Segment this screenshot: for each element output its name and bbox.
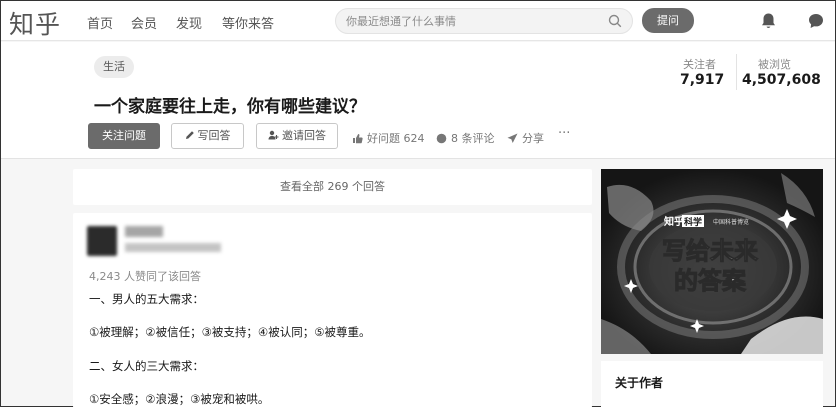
banner-headline-line2: 的答案 [674, 267, 747, 295]
ask-button[interactable]: 提问 [642, 8, 694, 33]
bell-icon[interactable] [760, 12, 777, 30]
thumbs-up-icon [353, 134, 363, 144]
search-input[interactable] [346, 13, 596, 30]
share-label: 分享 [522, 132, 544, 145]
followers-label: 关注者 [683, 58, 716, 71]
nav-item-discover[interactable]: 发现 [176, 13, 202, 32]
view-all-answers-button[interactable]: 查看全部 269 个回答 [73, 169, 592, 205]
stats-divider [736, 54, 737, 90]
search-box[interactable] [335, 8, 633, 34]
author-bio-blurred [125, 243, 221, 252]
comments-button[interactable]: 8 条评论 [436, 130, 495, 146]
promo-banner[interactable]: 知乎 科学 中国科普博览 写给未来 的答案 [601, 169, 823, 354]
add-user-icon [268, 130, 279, 140]
search-icon[interactable] [608, 14, 622, 28]
nav-item-home[interactable]: 首页 [87, 13, 113, 32]
answer-card: 4,243 人赞同了该回答 一、男人的五大需求： ①被理解；②被信任；③被支持；… [73, 213, 592, 407]
author-name-blurred[interactable] [125, 226, 163, 237]
banner-headline-line1: 写给未来 [662, 237, 759, 265]
about-author-card: 关于作者 [601, 361, 823, 407]
topic-tag[interactable]: 生活 [94, 56, 134, 78]
good-question-label: 好问题 624 [367, 132, 425, 145]
question-title: 一个家庭要往上走，你有哪些建议？ [94, 97, 366, 117]
invite-answer-label: 邀请回答 [282, 129, 326, 142]
write-answer-label: 写回答 [197, 129, 231, 142]
top-nav: 知乎 首页 会员 发现 等你来答 提问 [1, 1, 835, 41]
answer-paragraph: ①安全感；②浪漫；③被宠和被哄。 [89, 392, 270, 406]
comments-label: 8 条评论 [451, 132, 495, 145]
nav-item-waiting[interactable]: 等你来答 [222, 13, 274, 32]
good-question-button[interactable]: 好问题 624 [352, 130, 425, 146]
avatar[interactable] [87, 226, 117, 256]
pencil-icon [185, 131, 194, 139]
share-icon [507, 133, 518, 143]
banner-partner: 中国科普博览 [713, 218, 749, 226]
invite-answer-button[interactable]: 邀请回答 [256, 123, 338, 149]
answer-paragraph: 一、男人的五大需求： [89, 292, 204, 306]
message-icon[interactable] [807, 12, 825, 30]
write-answer-button[interactable]: 写回答 [171, 123, 244, 149]
answer-paragraph: ①被理解；②被信任；③被支持；④被认同；⑤被尊重。 [89, 325, 371, 339]
banner-artwork: 知乎 科学 中国科普博览 写给未来 的答案 [601, 169, 823, 354]
banner-brand-tag: 科学 [684, 216, 702, 228]
zhihu-logo[interactable]: 知乎 [9, 5, 61, 41]
about-author-title: 关于作者 [615, 376, 664, 390]
vote-count: 4,243 人赞同了该回答 [89, 270, 201, 283]
more-options-button[interactable]: ··· [558, 126, 570, 141]
banner-brand: 知乎 [663, 215, 684, 228]
nav-item-vip[interactable]: 会员 [131, 13, 157, 32]
views-label: 被浏览 [758, 58, 791, 71]
question-header: 生活 一个家庭要往上走，你有哪些建议？ 关注问题 写回答 邀请回答 好问题 62… [1, 42, 835, 159]
answer-paragraph: 二、女人的三大需求： [89, 359, 204, 373]
views-count: 4,507,608 [742, 72, 821, 88]
followers-count[interactable]: 7,917 [680, 72, 724, 88]
comment-icon [436, 133, 447, 144]
follow-question-button[interactable]: 关注问题 [88, 123, 160, 149]
share-button[interactable]: 分享 [507, 130, 544, 146]
